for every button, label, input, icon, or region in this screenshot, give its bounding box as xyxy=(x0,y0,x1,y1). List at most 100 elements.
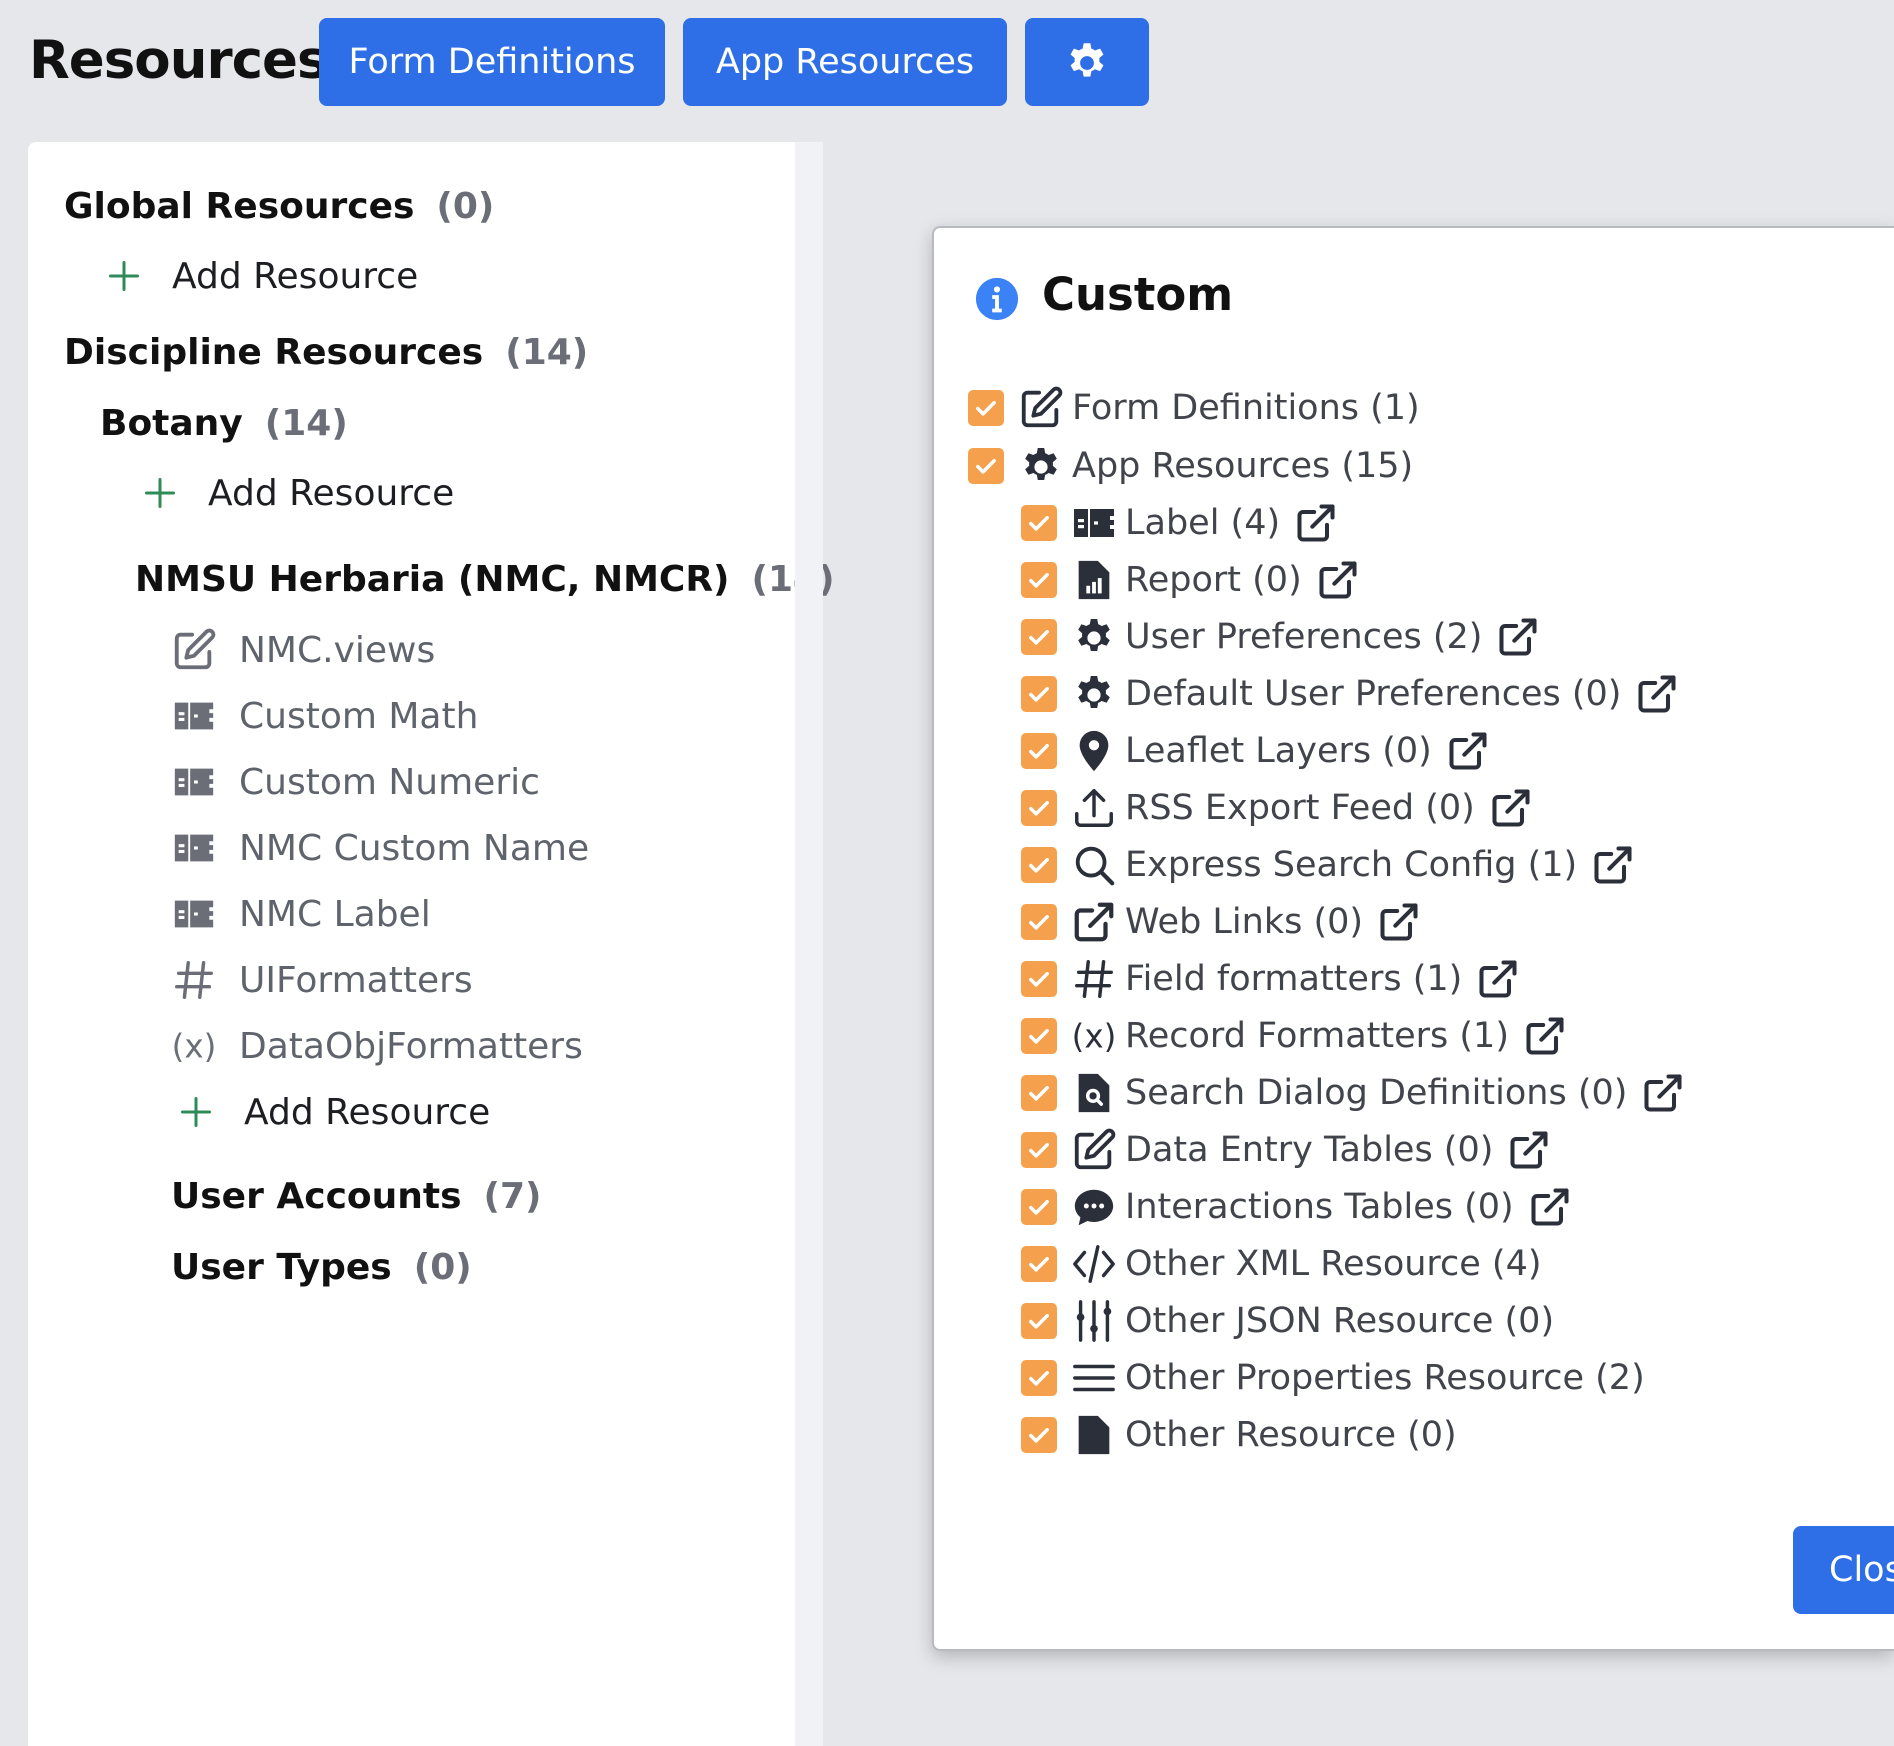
external-link-icon[interactable] xyxy=(1635,672,1679,716)
checkbox[interactable] xyxy=(1021,562,1057,598)
item-report[interactable]: Report (0) xyxy=(1021,555,1360,605)
gear-icon xyxy=(1062,37,1112,87)
item-label-text: User Preferences (2) xyxy=(1125,617,1483,657)
checkbox[interactable] xyxy=(1021,790,1057,826)
checkbox[interactable] xyxy=(1021,619,1057,655)
checkbox[interactable] xyxy=(1021,1132,1057,1168)
hash-icon xyxy=(1071,956,1117,1002)
tree-collection-nmsu[interactable]: NMSU Herbaria (NMC, NMCR) (14) xyxy=(135,551,835,607)
external-link-icon[interactable] xyxy=(1489,786,1533,830)
custom-dialog: Custom Form Definitions (1) App Resource… xyxy=(932,226,1894,1651)
group-form-definitions[interactable]: Form Definitions (1) xyxy=(968,383,1420,433)
checkbox[interactable] xyxy=(1021,1189,1057,1225)
check-icon xyxy=(1025,1022,1053,1050)
external-link-icon[interactable] xyxy=(1496,615,1540,659)
item-label-text: Default User Preferences (0) xyxy=(1125,674,1622,714)
tree-botany[interactable]: Botany (14) xyxy=(100,395,348,451)
external-link-icon[interactable] xyxy=(1507,1128,1551,1172)
add-resource-collection[interactable]: Add Resource xyxy=(178,1084,490,1140)
external-link-icon[interactable] xyxy=(1377,900,1421,944)
item-label-text: Other XML Resource (4) xyxy=(1125,1244,1542,1284)
map-pin-icon xyxy=(1071,728,1117,774)
checkbox[interactable] xyxy=(1021,1303,1057,1339)
external-link-icon[interactable] xyxy=(1476,957,1520,1001)
external-link-icon[interactable] xyxy=(1294,501,1338,545)
check-icon xyxy=(1025,794,1053,822)
item-other-json-resource[interactable]: Other JSON Resource (0) xyxy=(1021,1296,1554,1346)
item-web-links[interactable]: Web Links (0) xyxy=(1021,897,1421,947)
tree-count: (7) xyxy=(483,1175,542,1217)
item-label-text: Record Formatters (1) xyxy=(1125,1016,1509,1056)
resource-item-nmc-label[interactable]: NMC Label xyxy=(171,886,431,942)
external-link-icon[interactable] xyxy=(1523,1014,1567,1058)
item-user-preferences[interactable]: User Preferences (2) xyxy=(1021,612,1540,662)
checkbox[interactable] xyxy=(1021,1018,1057,1054)
external-link-icon[interactable] xyxy=(1446,729,1490,773)
add-resource-label: Add Resource xyxy=(208,472,455,514)
external-link-icon[interactable] xyxy=(1528,1185,1572,1229)
item-label-text: Report (0) xyxy=(1125,560,1302,600)
checkbox[interactable] xyxy=(1021,1246,1057,1282)
item-label-text: Web Links (0) xyxy=(1125,902,1364,942)
item-other-resource[interactable]: Other Resource (0) xyxy=(1021,1410,1457,1460)
item-label-text: Other JSON Resource (0) xyxy=(1125,1301,1555,1341)
resource-item-dataobjformatters[interactable]: DataObjFormatters xyxy=(171,1018,583,1074)
resource-item-uiformatters[interactable]: UIFormatters xyxy=(171,952,473,1008)
tree-user-types[interactable]: User Types (0) xyxy=(171,1239,472,1295)
checkbox[interactable] xyxy=(1021,961,1057,997)
item-default-user-preferences[interactable]: Default User Preferences (0) xyxy=(1021,669,1679,719)
item-data-entry-tables[interactable]: Data Entry Tables (0) xyxy=(1021,1125,1551,1175)
checkbox[interactable] xyxy=(968,390,1004,426)
check-icon xyxy=(1025,908,1053,936)
resource-item-label: NMC Label xyxy=(239,893,431,935)
checkbox[interactable] xyxy=(1021,1417,1057,1453)
item-label[interactable]: Label (4) xyxy=(1021,498,1338,548)
resource-item-label: Custom Numeric xyxy=(239,761,540,803)
item-other-xml-resource[interactable]: Other XML Resource (4) xyxy=(1021,1239,1542,1289)
checkbox[interactable] xyxy=(1021,1075,1057,1111)
item-other-properties-resource[interactable]: Other Properties Resource (2) xyxy=(1021,1353,1645,1403)
resource-item-nmc-custom-name[interactable]: NMC Custom Name xyxy=(171,820,589,876)
group-app-resources[interactable]: App Resources (15) xyxy=(968,441,1413,491)
resource-item-nmc-views[interactable]: NMC.views xyxy=(171,622,435,678)
close-button[interactable]: Close xyxy=(1793,1526,1894,1614)
item-search-dialog-definitions[interactable]: Search Dialog Definitions (0) xyxy=(1021,1068,1685,1118)
form-definitions-button[interactable]: Form Definitions xyxy=(319,18,665,106)
item-rss-export-feed[interactable]: RSS Export Feed (0) xyxy=(1021,783,1533,833)
settings-button[interactable] xyxy=(1025,18,1149,106)
external-link-icon[interactable] xyxy=(1641,1071,1685,1115)
item-express-search-config[interactable]: Express Search Config (1) xyxy=(1021,840,1635,890)
checkbox[interactable] xyxy=(1021,847,1057,883)
plus-icon xyxy=(142,475,178,511)
external-link-icon[interactable] xyxy=(1316,558,1360,602)
item-record-formatters[interactable]: Record Formatters (1) xyxy=(1021,1011,1567,1061)
tree-global-resources[interactable]: Global Resources (0) xyxy=(64,178,494,234)
resource-item-label: NMC.views xyxy=(239,629,436,671)
external-link-icon[interactable] xyxy=(1591,843,1635,887)
tree-discipline-resources[interactable]: Discipline Resources (14) xyxy=(64,324,588,380)
checkbox[interactable] xyxy=(968,448,1004,484)
tree-count: (0) xyxy=(413,1246,472,1288)
checkbox[interactable] xyxy=(1021,1360,1057,1396)
checkbox[interactable] xyxy=(1021,733,1057,769)
check-icon xyxy=(1025,851,1053,879)
check-icon xyxy=(1025,1079,1053,1107)
app-resources-button[interactable]: App Resources xyxy=(683,18,1007,106)
add-resource-label: Add Resource xyxy=(172,255,419,297)
checkbox[interactable] xyxy=(1021,904,1057,940)
resource-item-label: DataObjFormatters xyxy=(239,1025,583,1067)
item-label-text: Other Resource (0) xyxy=(1125,1415,1457,1455)
hash-icon xyxy=(171,957,217,1003)
resource-item-custom-math[interactable]: Custom Math xyxy=(171,688,478,744)
item-field-formatters[interactable]: Field formatters (1) xyxy=(1021,954,1520,1004)
checkbox[interactable] xyxy=(1021,505,1057,541)
item-leaflet-layers[interactable]: Leaflet Layers (0) xyxy=(1021,726,1490,776)
item-interactions-tables[interactable]: Interactions Tables (0) xyxy=(1021,1182,1572,1232)
add-resource-global[interactable]: Add Resource xyxy=(106,248,418,304)
checkbox[interactable] xyxy=(1021,676,1057,712)
resource-item-label: Custom Math xyxy=(239,695,479,737)
tree-user-accounts[interactable]: User Accounts (7) xyxy=(171,1168,542,1224)
add-resource-botany[interactable]: Add Resource xyxy=(142,465,454,521)
resource-item-custom-numeric[interactable]: Custom Numeric xyxy=(171,754,540,810)
sliders-icon xyxy=(1071,1298,1117,1344)
